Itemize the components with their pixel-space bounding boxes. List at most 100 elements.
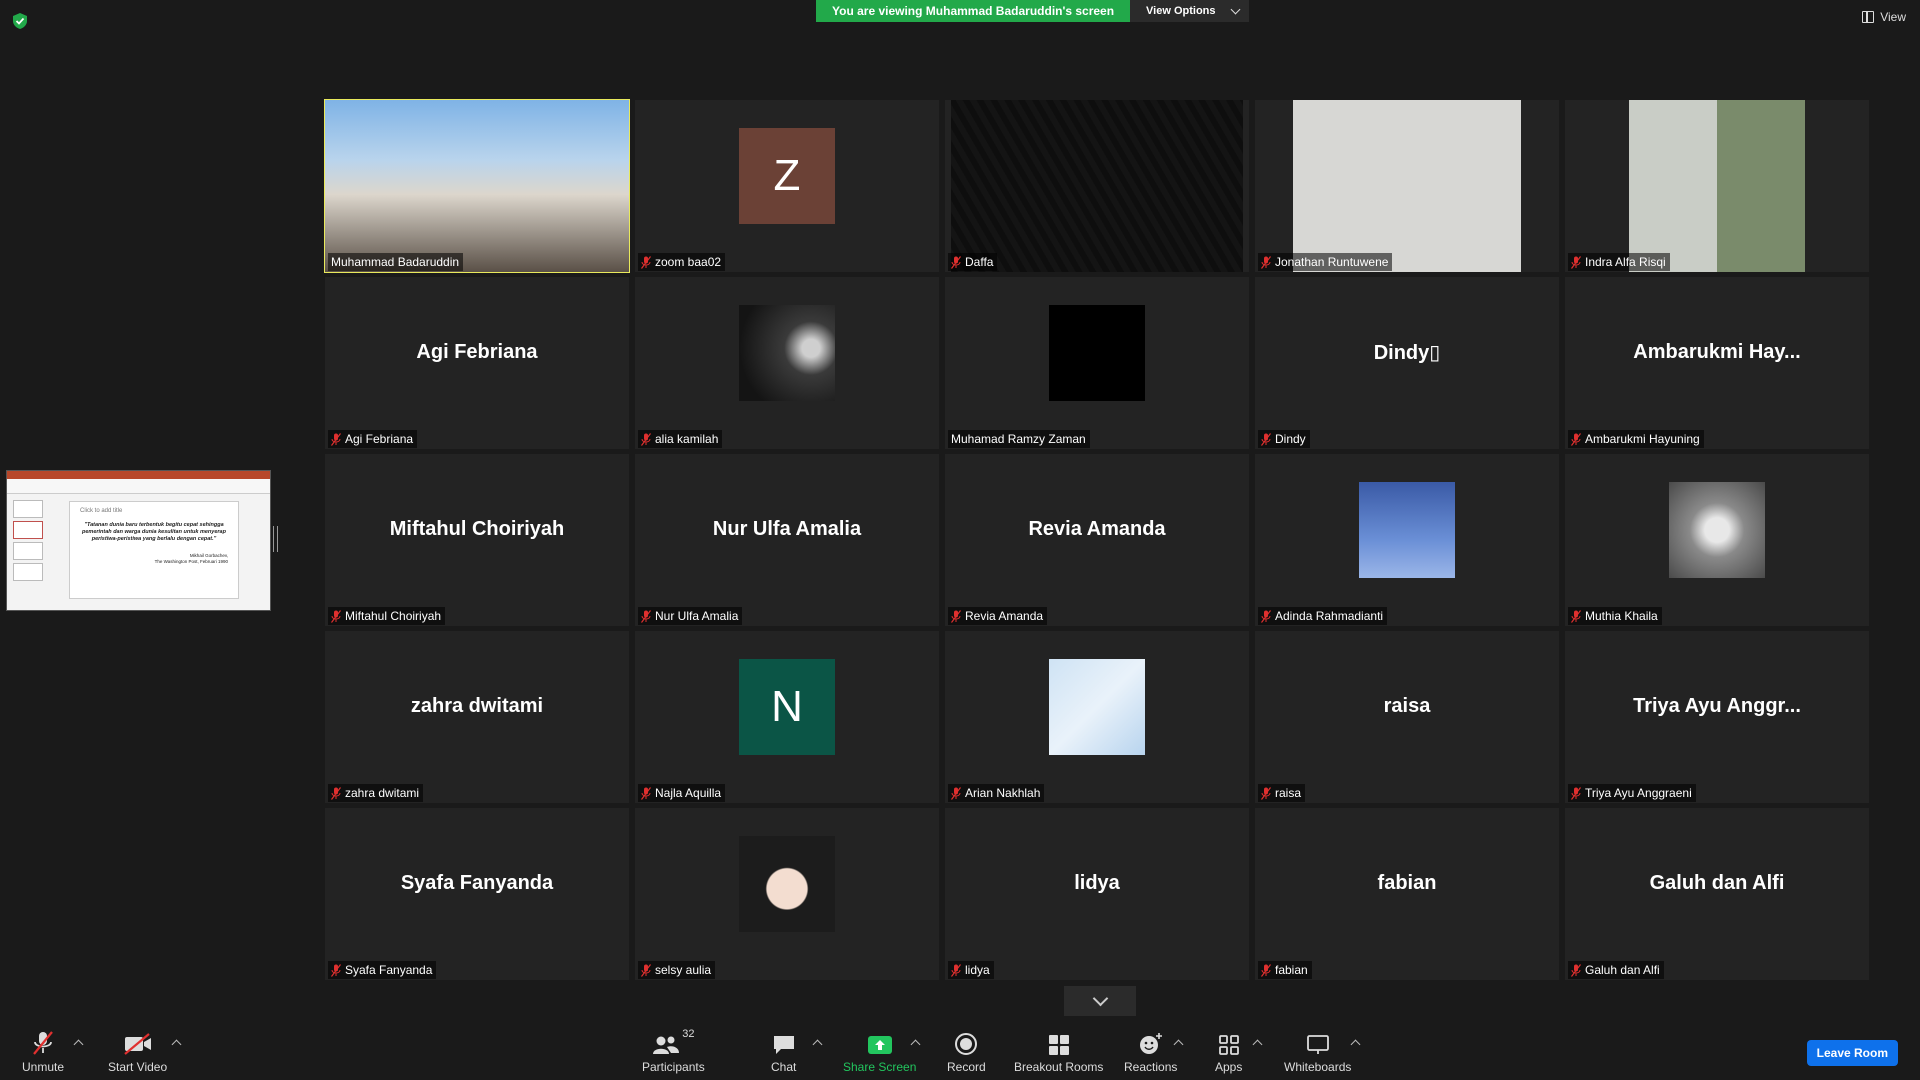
participant-tile[interactable]: Triya Ayu Anggr... Triya Ayu Anggraeni [1565,631,1869,803]
participant-tile[interactable]: Indra Alfa Risqi [1565,100,1869,272]
breakout-rooms-label: Breakout Rooms [1014,1060,1104,1074]
participant-tile[interactable]: Galuh dan Alfi Galuh dan Alfi [1565,808,1869,980]
share-screen-button[interactable]: Share Screen [843,1028,916,1074]
leave-room-button[interactable]: Leave Room [1806,1040,1898,1066]
whiteboards-button[interactable]: Whiteboards [1284,1028,1351,1074]
participant-tile[interactable]: alia kamilah [635,277,939,449]
participant-tile[interactable]: Arian Nakhlah [945,631,1249,803]
microphone-muted-icon [641,609,651,623]
participant-tile[interactable]: Jonathan Runtuwene [1255,100,1559,272]
participant-tile[interactable]: Revia Amanda Revia Amanda [945,454,1249,626]
apps-button[interactable]: Apps [1215,1028,1242,1074]
participant-name-tag: zahra dwitami [328,784,424,802]
participant-tile[interactable]: Agi Febriana Agi Febriana [325,277,629,449]
participant-tile[interactable]: fabian fabian [1255,808,1559,980]
participant-name: Triya Ayu Anggraeni [1585,786,1692,800]
participant-display-name: Nur Ulfa Amalia [712,517,862,540]
participant-tile[interactable]: Muthia Khaila [1565,454,1869,626]
participants-button[interactable]: 32 Participants [642,1028,705,1074]
audio-options-caret[interactable] [73,1039,84,1050]
unmute-label: Unmute [22,1060,65,1074]
participant-name-tag: Galuh dan Alfi [1568,961,1664,979]
participant-tile[interactable]: Muhammad Badaruddin [324,99,630,273]
participant-tile[interactable]: lidya lidya [945,808,1249,980]
avatar [739,836,835,932]
view-options-button[interactable]: View Options [1130,0,1249,22]
participant-tile[interactable]: raisa raisa [1255,631,1559,803]
participant-name: Dindy [1275,432,1306,446]
microphone-muted-icon [1261,963,1271,977]
participant-tile[interactable]: N Najla Aquilla [635,631,939,803]
participant-tile[interactable]: Miftahul Choiriyah Miftahul Choiriyah [325,454,629,626]
microphone-muted-icon [1261,432,1271,446]
shared-screen-thumbnail[interactable]: Click to add title "Tatanan dunia baru t… [6,470,271,611]
participant-tile[interactable]: Adinda Rahmadianti [1255,454,1559,626]
participant-tile[interactable]: Zzoom baa02 [635,100,939,272]
chevron-down-icon [1230,4,1240,14]
video-options-caret[interactable] [171,1039,182,1050]
microphone-muted-icon [331,963,341,977]
participant-name-tag: Agi Febriana [328,430,418,448]
participant-tile[interactable]: Nur Ulfa Amalia Nur Ulfa Amalia [635,454,939,626]
participant-display-name: zahra dwitami [410,694,544,717]
microphone-muted-icon [951,963,961,977]
participant-name: Arian Nakhlah [965,786,1041,800]
slide-citation: Mikhail Gorbachev, The Washington Post, … [80,553,228,565]
start-video-label: Start Video [108,1060,168,1074]
slide-title-placeholder: Click to add title [80,508,123,514]
participant-name: Nur Ulfa Amalia [655,609,739,623]
participant-tile[interactable]: Daffa [945,100,1249,272]
participant-tile[interactable]: Ambarukmi Hay... Ambarukmi Hayuning [1565,277,1869,449]
microphone-muted-icon [1261,609,1271,623]
participant-display-name: Triya Ayu Anggr... [1633,694,1801,717]
participant-name: zahra dwitami [345,786,420,800]
participant-grid: Muhammad Badaruddin Zzoom baa02 Daffa Jonat… [324,99,1871,980]
participant-tile[interactable]: Syafa Fanyanda Syafa Fanyanda [325,808,629,980]
whiteboards-label: Whiteboards [1284,1060,1352,1074]
participant-tile[interactable]: Dindy▯ Dindy [1255,277,1559,449]
participant-display-name: raisa [1383,694,1431,717]
reactions-button[interactable]: Reactions [1124,1028,1177,1074]
participant-name-tag: Ambarukmi Hayuning [1568,430,1704,448]
participant-name-tag: Dindy [1258,430,1310,448]
unmute-button[interactable]: Unmute [22,1028,64,1074]
participant-name-tag: zoom baa02 [638,253,726,271]
whiteboards-options-caret[interactable] [1350,1039,1361,1050]
chat-button[interactable]: Chat [771,1028,796,1074]
microphone-muted-icon [1571,609,1581,623]
participant-name: Najla Aquilla [655,786,722,800]
participant-name: lidya [965,963,990,977]
cite-source: The Washington Post, Februari 1990 [154,559,228,564]
participant-display-name: Galuh dan Alfi [1649,871,1785,894]
slide-thumb [13,563,43,581]
participant-name-tag: Revia Amanda [948,607,1048,625]
participant-name: Muhamad Ramzy Zaman [951,432,1086,446]
participant-name-tag: Muthia Khaila [1568,607,1662,625]
participant-name-tag: raisa [1258,784,1306,802]
microphone-muted-icon [641,255,651,269]
participants-label: Participants [642,1060,705,1074]
chat-options-caret[interactable] [812,1039,823,1050]
view-layout-button[interactable]: View [1862,10,1906,24]
apps-options-caret[interactable] [1252,1039,1263,1050]
panel-resize-handle[interactable] [273,526,278,552]
apps-label: Apps [1215,1060,1243,1074]
viewing-screen-message: You are viewing Muhammad Badaruddin's sc… [816,0,1131,22]
scroll-down-button[interactable] [1064,986,1136,1016]
participant-display-name: fabian [1377,871,1437,894]
microphone-muted-icon [1571,963,1581,977]
participant-name: selsy aulia [655,963,712,977]
participant-name: Muhammad Badaruddin [331,255,460,269]
record-button[interactable]: Record [947,1028,986,1074]
start-video-button[interactable]: Start Video [108,1028,167,1074]
participant-tile[interactable]: selsy aulia [635,808,939,980]
participant-name-tag: Najla Aquilla [638,784,726,802]
powerpoint-ribbon [7,479,270,494]
participant-tile[interactable]: zahra dwitami zahra dwitami [325,631,629,803]
breakout-rooms-button[interactable]: Breakout Rooms [1014,1028,1103,1074]
encryption-shield-icon[interactable] [12,12,28,30]
breakout-rooms-icon [1048,1035,1069,1055]
participant-tile[interactable]: Muhamad Ramzy Zaman [945,277,1249,449]
reactions-label: Reactions [1124,1060,1178,1074]
avatar [1669,482,1765,578]
